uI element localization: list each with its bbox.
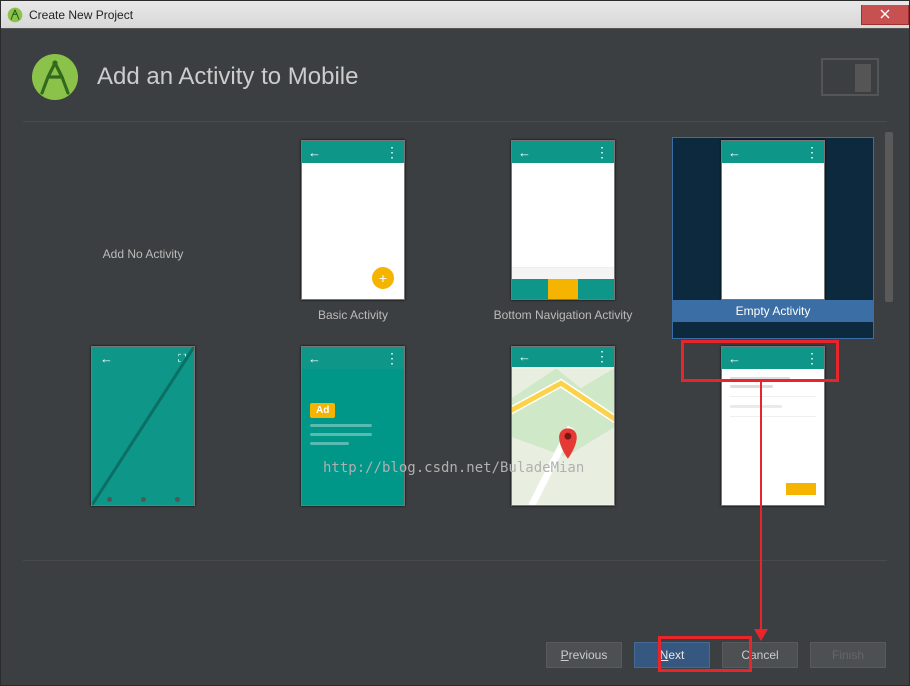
annotation-arrow-head-icon xyxy=(754,629,768,641)
wizard-header: Add an Activity to Mobile xyxy=(1,29,909,121)
gallery-item-bottom-navigation[interactable]: ← ⋮ Bottom Navigation Activity xyxy=(463,138,663,338)
window-title: Create New Project xyxy=(29,8,133,22)
thumb-appbar: ← ⋮ xyxy=(722,141,824,163)
previous-button[interactable]: Previous xyxy=(546,642,622,668)
finish-button: Finish xyxy=(810,642,886,668)
overflow-menu-icon: ⋮ xyxy=(385,350,398,367)
vertical-scrollbar[interactable] xyxy=(885,122,893,560)
android-studio-logo-icon xyxy=(31,53,79,101)
thumb-appbar: ← ⋮ xyxy=(512,347,614,367)
cancel-button[interactable]: Cancel xyxy=(722,642,798,668)
overflow-menu-icon: ⋮ xyxy=(595,348,608,365)
gallery-item-maps[interactable]: ← ⋮ xyxy=(463,344,663,544)
android-studio-icon xyxy=(7,7,23,23)
overflow-menu-icon: ⋮ xyxy=(805,144,818,161)
next-button[interactable]: Next xyxy=(634,642,710,668)
thumbnail: ← ⋮ xyxy=(721,140,825,300)
gallery-item-fullscreen[interactable]: ← ⛶ xyxy=(43,344,243,544)
gallery-item-label: Empty Activity xyxy=(736,304,811,318)
wizard-button-row: Previous Next Cancel Finish xyxy=(546,642,886,668)
fab-icon: + xyxy=(372,267,394,289)
gallery-item-no-activity[interactable]: Add No Activity xyxy=(43,138,243,338)
back-arrow-icon: ← xyxy=(308,351,321,366)
thumb-appbar: ← ⋮ xyxy=(722,347,824,369)
gallery-item-label: Add No Activity xyxy=(43,174,243,334)
thumb-bottomnav xyxy=(512,279,614,299)
window-titlebar: Create New Project xyxy=(1,1,909,29)
gallery-item-basic-activity[interactable]: ← ⋮ + Basic Activity xyxy=(253,138,453,338)
thumbnail: ← ⋮ xyxy=(511,140,615,300)
thumbnail: ← ⋮ xyxy=(721,346,825,506)
thumbnail: ← ⋮ Ad xyxy=(301,346,405,506)
back-arrow-icon: ← xyxy=(728,145,741,160)
back-arrow-icon: ← xyxy=(308,145,321,160)
thumb-button-icon xyxy=(786,483,816,495)
thumb-appbar: ← ⋮ xyxy=(302,347,404,369)
device-phone-icon xyxy=(821,58,879,96)
gallery-item-admob[interactable]: ← ⋮ Ad xyxy=(253,344,453,544)
gallery-item-login[interactable]: ← ⋮ xyxy=(673,344,873,544)
gallery-item-label: Bottom Navigation Activity xyxy=(494,308,633,322)
thumbnail: ← ⛶ xyxy=(91,346,195,506)
close-icon xyxy=(880,9,890,19)
back-arrow-icon: ← xyxy=(518,349,531,364)
back-arrow-icon: ← xyxy=(518,145,531,160)
activity-gallery: http://blog.csdn.net/BuladeMian Add No A… xyxy=(23,122,885,560)
thumbnail: ← ⋮ xyxy=(511,346,615,506)
thumb-appbar: ← ⋮ xyxy=(512,141,614,163)
gallery-item-empty-activity[interactable]: ← ⋮ Empty Activity xyxy=(673,138,873,338)
close-button[interactable] xyxy=(861,5,909,25)
overflow-menu-icon: ⋮ xyxy=(805,350,818,367)
thumb-appbar: ← ⋮ xyxy=(302,141,404,163)
thumbnail: ← ⋮ + xyxy=(301,140,405,300)
back-arrow-icon: ← xyxy=(728,351,741,366)
gallery-item-label: Basic Activity xyxy=(318,308,388,322)
ad-badge: Ad xyxy=(310,403,335,418)
map-icon xyxy=(512,367,614,505)
overflow-menu-icon: ⋮ xyxy=(385,144,398,161)
scrollbar-thumb[interactable] xyxy=(885,132,893,302)
activity-gallery-panel: http://blog.csdn.net/BuladeMian Add No A… xyxy=(23,121,887,561)
annotation-arrow-line xyxy=(760,382,762,636)
page-title: Add an Activity to Mobile xyxy=(97,63,358,91)
overflow-menu-icon: ⋮ xyxy=(595,144,608,161)
